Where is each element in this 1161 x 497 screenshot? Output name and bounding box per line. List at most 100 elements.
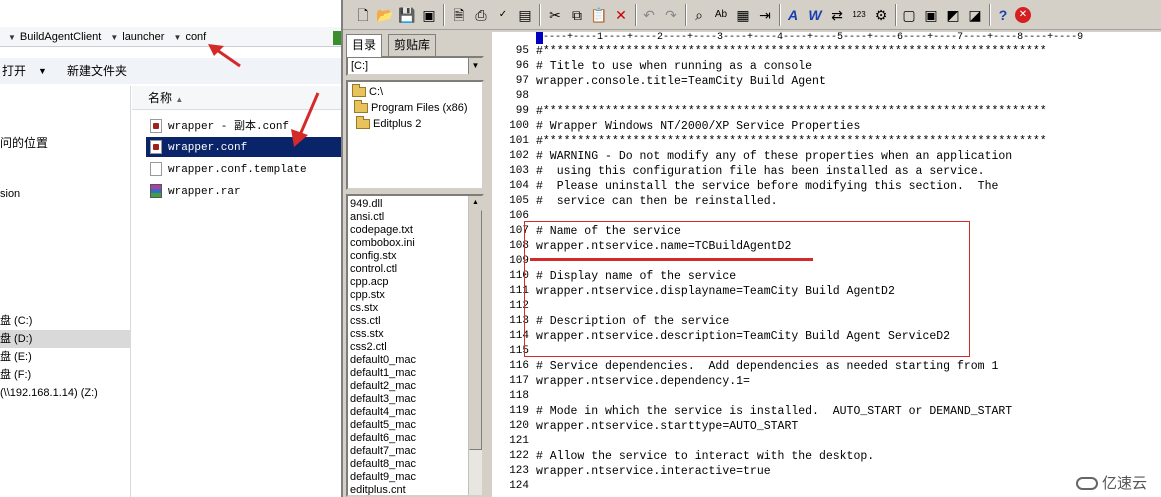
file-row[interactable]: wrapper.conf.template (146, 159, 341, 179)
file-list-item[interactable]: control.ctl (350, 263, 397, 276)
file-list-item[interactable]: codepage.txt (350, 224, 413, 237)
scroll-up-icon[interactable]: ▲ (469, 196, 482, 210)
open-button[interactable]: 打开 (2, 58, 26, 84)
dir-item[interactable]: Editplus 2 (354, 116, 421, 132)
print-icon[interactable]: ⎙ (471, 5, 491, 25)
code-line[interactable]: # WARNING - Do not modify any of these p… (536, 149, 1012, 164)
code-area[interactable]: #***************************************… (536, 44, 1161, 497)
tile-icon[interactable]: ◩ (943, 5, 963, 25)
file-list-item[interactable]: 949.dll (350, 198, 382, 211)
code-line[interactable]: # Service dependencies. Add dependencies… (536, 359, 998, 374)
close-icon[interactable]: ✕ (1015, 7, 1031, 23)
code-line[interactable]: wrapper.ntservice.interactive=true (536, 464, 771, 479)
dir-item[interactable]: C:\ (350, 84, 383, 100)
ruler-icon[interactable]: ⇄ (827, 5, 847, 25)
font-icon[interactable]: A (783, 5, 803, 25)
undo-icon[interactable]: ↶ (639, 5, 659, 25)
tab-directory[interactable]: 目录 (346, 34, 383, 57)
nav-item-drive-f[interactable]: 盘 (F:) (0, 366, 31, 384)
file-list-item[interactable]: default8_mac (350, 458, 416, 471)
code-line[interactable]: # Please uninstall the service before mo… (536, 179, 998, 194)
chevron-down-icon[interactable]: ▼ (468, 58, 482, 74)
open-folder-icon[interactable]: 📂 (375, 5, 395, 25)
tab-cliptext[interactable]: 剪贴库 (388, 34, 437, 56)
dir-item[interactable]: Program Files (x86) (352, 100, 468, 116)
find-icon[interactable]: ⌕ (689, 5, 709, 25)
print-preview-icon[interactable]: 🗎 (449, 5, 469, 25)
chevron-down-icon[interactable]: ▼ (38, 58, 47, 84)
code-line[interactable]: # Wrapper Windows NT/2000/XP Service Pro… (536, 119, 860, 134)
drive-select[interactable]: [C:] ▼ (346, 56, 484, 76)
file-list-item[interactable]: default6_mac (350, 432, 416, 445)
file-list-item[interactable]: combobox.ini (350, 237, 415, 250)
delete-icon[interactable]: ✕ (611, 5, 631, 25)
help-icon[interactable]: ? (993, 5, 1013, 25)
file-list-scrollbar[interactable]: ▲ (468, 196, 482, 495)
code-line[interactable]: # Title to use when running as a console (536, 59, 812, 74)
goto-icon[interactable]: ⇥ (755, 5, 775, 25)
code-line[interactable]: #***************************************… (536, 134, 1047, 149)
find-in-files-icon[interactable]: ▦ (733, 5, 753, 25)
breadcrumb-segment[interactable]: conf (185, 31, 206, 43)
spell-check-icon[interactable]: ✓ (493, 5, 513, 25)
nav-item[interactable]: 问的位置 (0, 134, 48, 151)
file-list-item[interactable]: editplus.cnt (350, 484, 406, 495)
file-list-item[interactable]: default5_mac (350, 419, 416, 432)
file-list-item[interactable]: ansi.ctl (350, 211, 384, 224)
window-icon[interactable]: ▣ (921, 5, 941, 25)
text-editor[interactable]: ----+----1----+----2----+----3----+----4… (492, 32, 1161, 497)
file-list-item[interactable]: cs.stx (350, 302, 378, 315)
code-line[interactable]: #***************************************… (536, 104, 1047, 119)
nav-item-drive-d[interactable]: 盘 (D:) (0, 330, 130, 348)
save-all-icon[interactable]: ▣ (419, 5, 439, 25)
nav-item-drive-c[interactable]: 盘 (C:) (0, 312, 32, 330)
paste-icon[interactable]: 📋 (589, 5, 609, 25)
code-line[interactable]: # Display name of the service (536, 269, 736, 284)
code-line[interactable]: wrapper.ntservice.name=TCBuildAgentD2 (536, 239, 791, 254)
new-folder-button[interactable]: 新建文件夹 (67, 58, 127, 84)
file-list-item[interactable]: default0_mac (350, 354, 416, 367)
code-line[interactable]: #***************************************… (536, 44, 1047, 59)
file-list-item[interactable]: default1_mac (350, 367, 416, 380)
file-list-item[interactable]: cpp.stx (350, 289, 385, 302)
file-list-item[interactable]: default7_mac (350, 445, 416, 458)
redo-icon[interactable]: ↷ (661, 5, 681, 25)
file-list-item[interactable]: cpp.acp (350, 276, 389, 289)
file-list-item[interactable]: default2_mac (350, 380, 416, 393)
go-arrow-icon[interactable] (333, 31, 341, 45)
code-line[interactable]: wrapper.ntservice.description=TeamCity B… (536, 329, 950, 344)
code-line[interactable]: wrapper.ntservice.displayname=TeamCity B… (536, 284, 895, 299)
code-line[interactable]: # Name of the service (536, 224, 681, 239)
scroll-thumb[interactable] (469, 210, 482, 450)
file-list-item[interactable]: css2.ctl (350, 341, 387, 354)
save-icon[interactable]: 💾 (397, 5, 417, 25)
file-row-selected[interactable]: wrapper.conf (146, 137, 341, 157)
chevron-down-icon[interactable]: ▼ (110, 33, 118, 42)
code-line[interactable]: # Mode in which the service is installed… (536, 404, 1012, 419)
chevron-down-icon[interactable]: ▼ (174, 33, 182, 42)
column-header-name[interactable]: 名称 ▲ (132, 86, 341, 110)
file-list-item[interactable]: default4_mac (350, 406, 416, 419)
copy-icon[interactable]: ⧉ (567, 5, 587, 25)
code-line[interactable]: wrapper.ntservice.dependency.1= (536, 374, 750, 389)
chevron-down-icon[interactable]: ▼ (8, 33, 16, 42)
nav-item-drive-z[interactable]: (\\192.168.1.14) (Z:) (0, 384, 98, 402)
clipboard-icon[interactable]: ▤ (515, 5, 535, 25)
line-number-icon[interactable]: 123 (849, 5, 869, 25)
file-list-item[interactable]: config.stx (350, 250, 396, 263)
file-row[interactable]: wrapper.rar (146, 181, 341, 201)
code-line[interactable]: # Allow the service to interact with the… (536, 449, 874, 464)
settings-icon[interactable]: ⚙ (871, 5, 891, 25)
word-wrap-icon[interactable]: W (805, 5, 825, 25)
code-line[interactable]: # using this configuration file has been… (536, 164, 985, 179)
address-bar[interactable]: ▼ BuildAgentClient ▼ launcher ▼ conf (0, 27, 341, 47)
browser-icon[interactable]: ▢ (899, 5, 919, 25)
file-row[interactable]: wrapper - 副本.conf (146, 116, 341, 136)
cascade-icon[interactable]: ◪ (965, 5, 985, 25)
code-line[interactable]: # Description of the service (536, 314, 729, 329)
code-line[interactable]: wrapper.console.title=TeamCity Build Age… (536, 74, 826, 89)
new-file-icon[interactable]: 🗋 (353, 5, 373, 25)
cut-icon[interactable]: ✂ (545, 5, 565, 25)
replace-icon[interactable]: Ab (711, 5, 731, 25)
code-line[interactable]: # service can then be reinstalled. (536, 194, 778, 209)
